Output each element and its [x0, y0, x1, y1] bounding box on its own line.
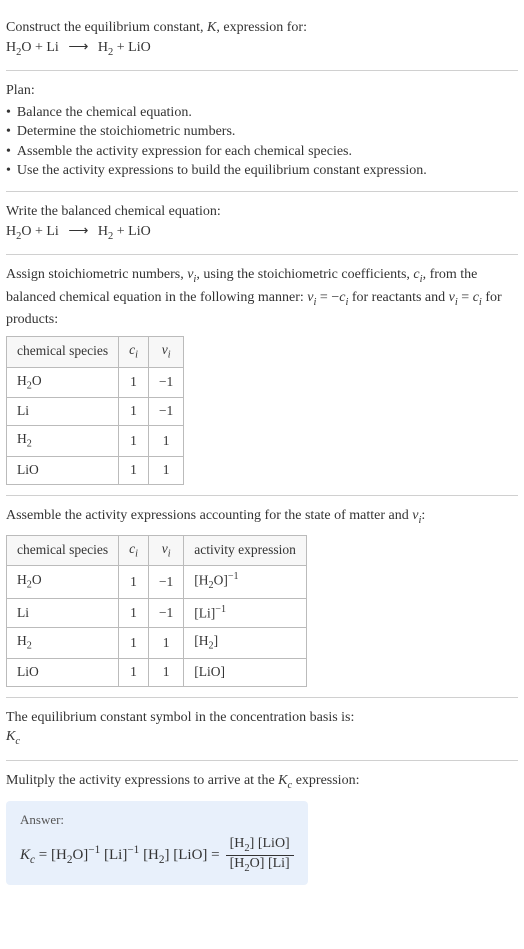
plan-heading: Plan:: [6, 81, 518, 101]
kc-symbol: Kc: [6, 727, 518, 749]
stoich-table: chemical species ci νi H2O 1 −1 Li 1 −1 …: [6, 336, 184, 485]
col-nui: νi: [148, 535, 183, 566]
stoich-text: Assign stoichiometric numbers, νi, using…: [6, 265, 518, 330]
table-row: H2 1 1: [7, 426, 184, 457]
plan-item: •Assemble the activity expression for ea…: [6, 142, 518, 162]
activity-heading: Assemble the activity expressions accoun…: [6, 506, 518, 528]
reaction-arrow: ⟶: [62, 224, 94, 239]
activity-section: Assemble the activity expressions accoun…: [6, 496, 518, 698]
stoich-section: Assign stoichiometric numbers, νi, using…: [6, 255, 518, 496]
kc-symbol-section: The equilibrium constant symbol in the c…: [6, 698, 518, 761]
col-species: chemical species: [7, 535, 119, 566]
table-row: H2 1 1 [H2]: [7, 628, 307, 659]
denominator: [H2O] [Li]: [226, 856, 294, 875]
table-row: Li 1 −1 [Li]−1: [7, 598, 307, 627]
balanced-heading: Write the balanced chemical equation:: [6, 202, 518, 222]
table-header-row: chemical species ci νi: [7, 336, 184, 367]
col-nui: νi: [148, 336, 183, 367]
reaction-arrow: ⟶: [62, 40, 94, 55]
answer-formula: Kc = [H2O]−1 [Li]−1 [H2] [LiO] = [H2] [L…: [20, 836, 294, 876]
table-row: Li 1 −1: [7, 398, 184, 426]
unbalanced-equation: H2O + Li ⟶ H2 + LiO: [6, 38, 518, 60]
table-row: H2O 1 −1: [7, 367, 184, 398]
col-ci: ci: [119, 535, 149, 566]
fraction: [H2] [LiO] [H2O] [Li]: [226, 836, 294, 876]
k-symbol: K: [207, 20, 216, 35]
balanced-section: Write the balanced chemical equation: H2…: [6, 192, 518, 255]
table-row: LiO 1 1 [LiO]: [7, 659, 307, 687]
prompt-text: Construct the equilibrium constant,: [6, 20, 207, 35]
prompt-text-b: , expression for:: [216, 20, 307, 35]
bullet-icon: •: [6, 161, 11, 181]
bullet-icon: •: [6, 103, 11, 123]
table-row: LiO 1 1: [7, 457, 184, 485]
bullet-icon: •: [6, 122, 11, 142]
prompt-section: Construct the equilibrium constant, K, e…: [6, 8, 518, 71]
plan-item: •Use the activity expressions to build t…: [6, 161, 518, 181]
col-expr: activity expression: [184, 535, 307, 566]
plan-item: •Determine the stoichiometric numbers.: [6, 122, 518, 142]
multiply-section: Mulitply the activity expressions to arr…: [6, 761, 518, 797]
multiply-text: Mulitply the activity expressions to arr…: [6, 771, 518, 793]
answer-label: Answer:: [20, 811, 294, 829]
prompt-line: Construct the equilibrium constant, K, e…: [6, 18, 518, 38]
numerator: [H2] [LiO]: [226, 836, 294, 856]
table-header-row: chemical species ci νi activity expressi…: [7, 535, 307, 566]
activity-table: chemical species ci νi activity expressi…: [6, 535, 307, 687]
plan-list: •Balance the chemical equation. •Determi…: [6, 103, 518, 181]
kc-line: The equilibrium constant symbol in the c…: [6, 708, 518, 728]
plan-section: Plan: •Balance the chemical equation. •D…: [6, 71, 518, 192]
plan-item: •Balance the chemical equation.: [6, 103, 518, 123]
bullet-icon: •: [6, 142, 11, 162]
table-row: H2O 1 −1 [H2O]−1: [7, 566, 307, 598]
col-species: chemical species: [7, 336, 119, 367]
col-ci: ci: [119, 336, 149, 367]
answer-box: Answer: Kc = [H2O]−1 [Li]−1 [H2] [LiO] =…: [6, 801, 308, 885]
balanced-equation: H2O + Li ⟶ H2 + LiO: [6, 222, 518, 244]
